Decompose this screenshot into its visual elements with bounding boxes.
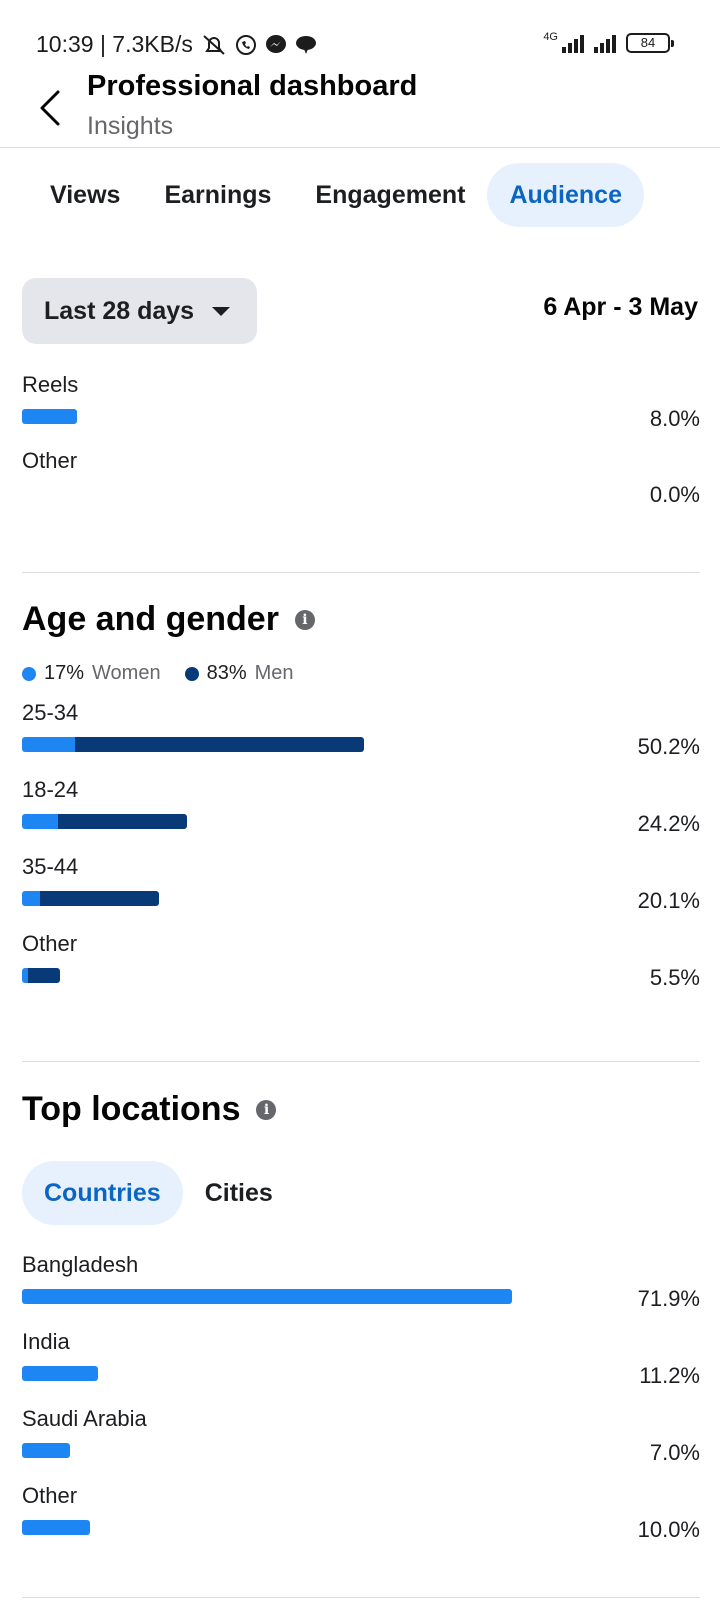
- section-divider: [22, 1597, 700, 1598]
- bar-segment: [22, 409, 77, 424]
- row-value: 10.0%: [637, 1517, 700, 1542]
- row-bar: [22, 409, 77, 424]
- signal-icon: [562, 33, 584, 53]
- section-title-text: Top locations: [22, 1090, 241, 1128]
- row-label: Other: [22, 448, 78, 473]
- list-item: India 11.2%: [22, 1329, 700, 1395]
- bar-segment: [22, 1520, 90, 1535]
- men-label: Men: [254, 662, 294, 684]
- row-bar: [22, 891, 159, 906]
- back-arrow-icon: [40, 90, 60, 126]
- tab-earnings[interactable]: Earnings: [142, 163, 293, 227]
- list-item: Other 10.0%: [22, 1483, 700, 1549]
- row-label: 18-24: [22, 777, 79, 802]
- list-item: Other 0.0%: [22, 448, 700, 514]
- women-dot-icon: [22, 666, 36, 681]
- row-label: Bangladesh: [22, 1252, 139, 1277]
- gender-legend: 17% Women 83% Men: [22, 662, 318, 685]
- tab-cities[interactable]: Cities: [183, 1161, 295, 1225]
- bar-segment: [22, 1443, 70, 1458]
- battery-level: 84: [640, 35, 656, 50]
- bar-segment-women: [22, 891, 40, 906]
- row-value: 0.0%: [649, 482, 700, 507]
- status-left: 10:39 | 7.3KB/s: [36, 31, 317, 58]
- row-value: 71.9%: [637, 1286, 700, 1311]
- insights-tabs: Views Earnings Engagement Audience: [28, 163, 644, 227]
- page-title: Professional dashboard: [87, 70, 418, 102]
- tab-countries[interactable]: Countries: [22, 1161, 183, 1225]
- row-value: 50.2%: [637, 734, 700, 759]
- bar-segment-men: [28, 968, 60, 983]
- list-item: 18-24 24.2%: [22, 777, 700, 843]
- women-label: Women: [92, 662, 161, 684]
- row-value: 20.1%: [637, 888, 700, 913]
- bar-segment-men: [58, 814, 187, 829]
- list-item: 25-34 50.2%: [22, 700, 700, 766]
- bar-segment: [22, 1366, 98, 1381]
- row-label: Saudi Arabia: [22, 1406, 147, 1431]
- muted-alarm-icon: [201, 33, 227, 57]
- page-subtitle: Insights: [87, 112, 174, 140]
- bar-segment-women: [22, 737, 75, 752]
- whatsapp-icon: [235, 34, 257, 56]
- row-bar: [22, 1443, 70, 1458]
- women-pct: 17%: [44, 662, 85, 684]
- legend-men: 83% Men: [184, 662, 294, 685]
- row-value: 5.5%: [649, 965, 700, 990]
- messenger-icon: [265, 34, 287, 56]
- bar-segment: [22, 1289, 512, 1304]
- men-pct: 83%: [206, 662, 247, 684]
- back-button[interactable]: [30, 84, 70, 132]
- row-label: Reels: [22, 372, 79, 397]
- row-bar: [22, 1289, 512, 1304]
- men-dot-icon: [184, 666, 199, 681]
- info-icon[interactable]: i: [294, 609, 315, 630]
- list-item: 35-44 20.1%: [22, 854, 700, 920]
- app-header: Professional dashboard Insights: [0, 70, 720, 148]
- status-right: 4G 84: [543, 31, 674, 53]
- signal-icon-2: [594, 33, 616, 53]
- row-label: India: [22, 1329, 70, 1354]
- section-divider: [22, 572, 700, 573]
- bar-segment-men: [40, 891, 159, 906]
- list-item: Reels 8.0%: [22, 372, 700, 438]
- row-bar: [22, 1366, 98, 1381]
- list-item: Other 5.5%: [22, 931, 700, 997]
- row-label: 25-34: [22, 700, 79, 725]
- row-label: 35-44: [22, 854, 79, 879]
- bar-segment-men: [75, 737, 364, 752]
- date-range-text: 6 Apr - 3 May: [543, 293, 698, 321]
- network-type: 4G: [543, 31, 558, 43]
- location-tabs: Countries Cities: [22, 1161, 295, 1225]
- bar-segment-women: [22, 814, 58, 829]
- row-value: 8.0%: [649, 406, 700, 431]
- tab-audience[interactable]: Audience: [487, 163, 644, 227]
- section-title-age-gender: Age and gender i: [22, 600, 315, 639]
- caret-down-icon: [212, 306, 231, 316]
- status-bar: 10:39 | 7.3KB/s 4G 84: [0, 0, 720, 70]
- list-item: Bangladesh 71.9%: [22, 1252, 700, 1318]
- status-time: 10:39 | 7.3KB/s: [36, 31, 193, 57]
- chat-icon: [295, 34, 317, 56]
- row-label: Other: [22, 931, 78, 956]
- tab-engagement[interactable]: Engagement: [293, 163, 487, 227]
- date-range-label: Last 28 days: [44, 296, 195, 325]
- legend-women: 17% Women: [22, 662, 161, 685]
- row-bar: [22, 1520, 90, 1535]
- tab-views[interactable]: Views: [28, 163, 142, 227]
- info-icon[interactable]: i: [256, 1099, 277, 1120]
- row-value: 11.2%: [639, 1363, 700, 1388]
- row-label: Other: [22, 1483, 78, 1508]
- row-value: 24.2%: [637, 811, 700, 836]
- section-title-text: Age and gender: [22, 600, 279, 638]
- row-value: 7.0%: [649, 1440, 700, 1465]
- battery-icon: 84: [626, 33, 674, 53]
- row-bar: [22, 737, 364, 752]
- date-range-dropdown[interactable]: Last 28 days: [22, 278, 257, 344]
- section-divider: [22, 1061, 700, 1062]
- row-bar: [22, 968, 60, 983]
- row-bar: [22, 814, 187, 829]
- section-title-locations: Top locations i: [22, 1090, 277, 1129]
- list-item: Saudi Arabia 7.0%: [22, 1406, 700, 1472]
